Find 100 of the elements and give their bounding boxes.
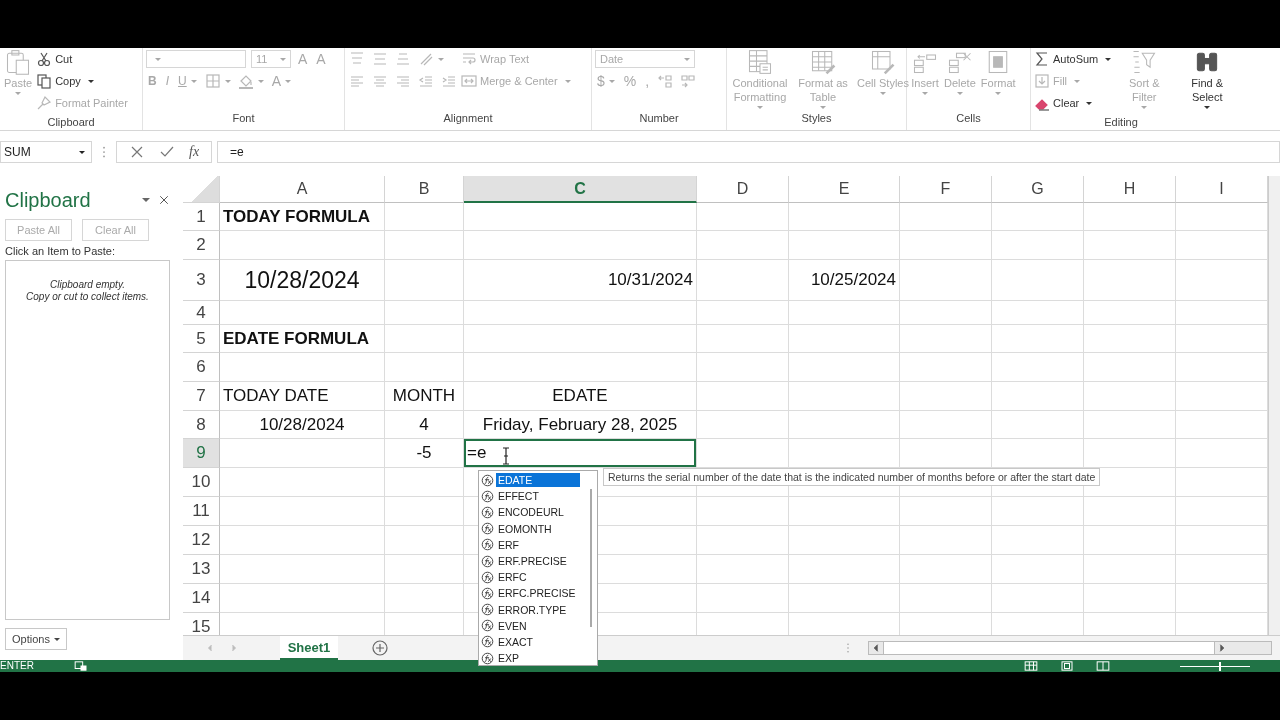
ribbon-button[interactable]: AutoSum: [1034, 51, 1112, 67]
empty-cell[interactable]: [789, 203, 900, 231]
name-box[interactable]: SUM: [0, 141, 92, 163]
empty-cell[interactable]: [697, 584, 789, 613]
sheet-tab[interactable]: Sheet1: [280, 636, 338, 660]
suggestion-item[interactable]: ERFC.PRECISE: [496, 586, 580, 601]
empty-cell[interactable]: [385, 203, 464, 231]
scroll-thumb[interactable]: [590, 489, 592, 627]
suggestion-item[interactable]: EXP: [496, 651, 580, 666]
empty-cell[interactable]: [220, 301, 385, 325]
empty-cell[interactable]: [385, 325, 464, 353]
empty-cell[interactable]: [992, 555, 1084, 584]
suggestion-item[interactable]: EXACT: [496, 634, 580, 649]
empty-cell[interactable]: [385, 353, 464, 382]
empty-cell[interactable]: [464, 203, 697, 231]
scroll-thumb[interactable]: [883, 642, 1215, 654]
empty-cell[interactable]: [900, 411, 992, 439]
row-header[interactable]: 1: [183, 203, 220, 231]
cancel-button[interactable]: [129, 144, 145, 160]
table-cell[interactable]: -5: [385, 439, 464, 468]
suggestion-item[interactable]: EFFECT: [496, 489, 580, 504]
row-header[interactable]: 6: [183, 353, 220, 382]
empty-cell[interactable]: [697, 301, 789, 325]
suggestion-item[interactable]: EOMONTH: [496, 521, 580, 536]
empty-cell[interactable]: [900, 526, 992, 555]
column-header[interactable]: C: [464, 176, 697, 203]
empty-cell[interactable]: [992, 526, 1084, 555]
table-cell[interactable]: 10/28/2024: [220, 260, 385, 301]
empty-cell[interactable]: [220, 231, 385, 260]
empty-cell[interactable]: [789, 325, 900, 353]
row-header[interactable]: 11: [183, 497, 220, 526]
empty-cell[interactable]: [697, 526, 789, 555]
empty-cell[interactable]: [900, 555, 992, 584]
empty-cell[interactable]: [697, 353, 789, 382]
suggestion-item[interactable]: ERROR.TYPE: [496, 602, 580, 617]
empty-cell[interactable]: [1084, 325, 1176, 353]
empty-cell[interactable]: [900, 497, 992, 526]
empty-cell[interactable]: [1084, 497, 1176, 526]
empty-cell[interactable]: [385, 497, 464, 526]
column-header[interactable]: A: [220, 176, 385, 203]
ribbon-button[interactable]: Clear: [1034, 95, 1093, 111]
suggestion-item[interactable]: ENCODEURL: [496, 505, 580, 520]
options-button[interactable]: Options: [5, 628, 67, 650]
empty-cell[interactable]: [1084, 526, 1176, 555]
empty-cell[interactable]: [992, 325, 1084, 353]
empty-cell[interactable]: [789, 231, 900, 260]
row-header[interactable]: 13: [183, 555, 220, 584]
empty-cell[interactable]: [220, 353, 385, 382]
slider-thumb[interactable]: [1218, 661, 1221, 671]
cell-editor[interactable]: =e: [464, 439, 697, 468]
empty-cell[interactable]: [464, 301, 697, 325]
suggestion-item[interactable]: EDATE: [496, 473, 580, 488]
empty-cell[interactable]: [385, 468, 464, 497]
empty-cell[interactable]: [992, 353, 1084, 382]
column-header[interactable]: G: [992, 176, 1084, 203]
empty-cell[interactable]: [220, 555, 385, 584]
row-header[interactable]: 7: [183, 382, 220, 411]
empty-cell[interactable]: [789, 382, 900, 411]
empty-cell[interactable]: [385, 260, 464, 301]
empty-cell[interactable]: [992, 497, 1084, 526]
row-header[interactable]: 14: [183, 584, 220, 613]
row-header[interactable]: 5: [183, 325, 220, 353]
empty-cell[interactable]: [697, 231, 789, 260]
empty-cell[interactable]: [220, 468, 385, 497]
empty-cell[interactable]: [789, 353, 900, 382]
row-header[interactable]: 10: [183, 468, 220, 497]
empty-cell[interactable]: [992, 382, 1084, 411]
empty-cell[interactable]: [789, 411, 900, 439]
empty-cell[interactable]: [900, 353, 992, 382]
ribbon-button[interactable]: Cut: [36, 51, 73, 67]
empty-cell[interactable]: [900, 301, 992, 325]
empty-cell[interactable]: [900, 260, 992, 301]
empty-cell[interactable]: [789, 555, 900, 584]
empty-cell[interactable]: [385, 301, 464, 325]
table-cell[interactable]: 10/25/2024: [789, 260, 900, 301]
ribbon-button[interactable]: Find & Select: [1177, 48, 1238, 109]
insert-function-button[interactable]: fx: [189, 144, 200, 160]
empty-cell[interactable]: [900, 231, 992, 260]
empty-cell[interactable]: [789, 526, 900, 555]
empty-cell[interactable]: [464, 231, 697, 260]
ribbon-button[interactable]: Copy: [36, 73, 94, 89]
empty-cell[interactable]: [992, 411, 1084, 439]
suggestion-item[interactable]: ERFC: [496, 570, 580, 585]
vertical-scrollbar[interactable]: [1268, 176, 1280, 635]
empty-cell[interactable]: [464, 325, 697, 353]
empty-cell[interactable]: [385, 526, 464, 555]
column-header[interactable]: H: [1084, 176, 1176, 203]
table-cell[interactable]: EDATE FORMULA: [220, 325, 385, 353]
empty-cell[interactable]: [385, 584, 464, 613]
empty-cell[interactable]: [220, 497, 385, 526]
empty-cell[interactable]: [385, 555, 464, 584]
column-header[interactable]: E: [789, 176, 900, 203]
table-cell[interactable]: TODAY DATE: [220, 382, 385, 411]
suggestion-item[interactable]: EVEN: [496, 618, 580, 633]
table-cell[interactable]: TODAY FORMULA: [220, 203, 385, 231]
column-header[interactable]: F: [900, 176, 992, 203]
suggestion-item[interactable]: ERF.PRECISE: [496, 554, 580, 569]
empty-cell[interactable]: [1084, 353, 1176, 382]
empty-cell[interactable]: [697, 497, 789, 526]
row-header[interactable]: 3: [183, 260, 220, 301]
